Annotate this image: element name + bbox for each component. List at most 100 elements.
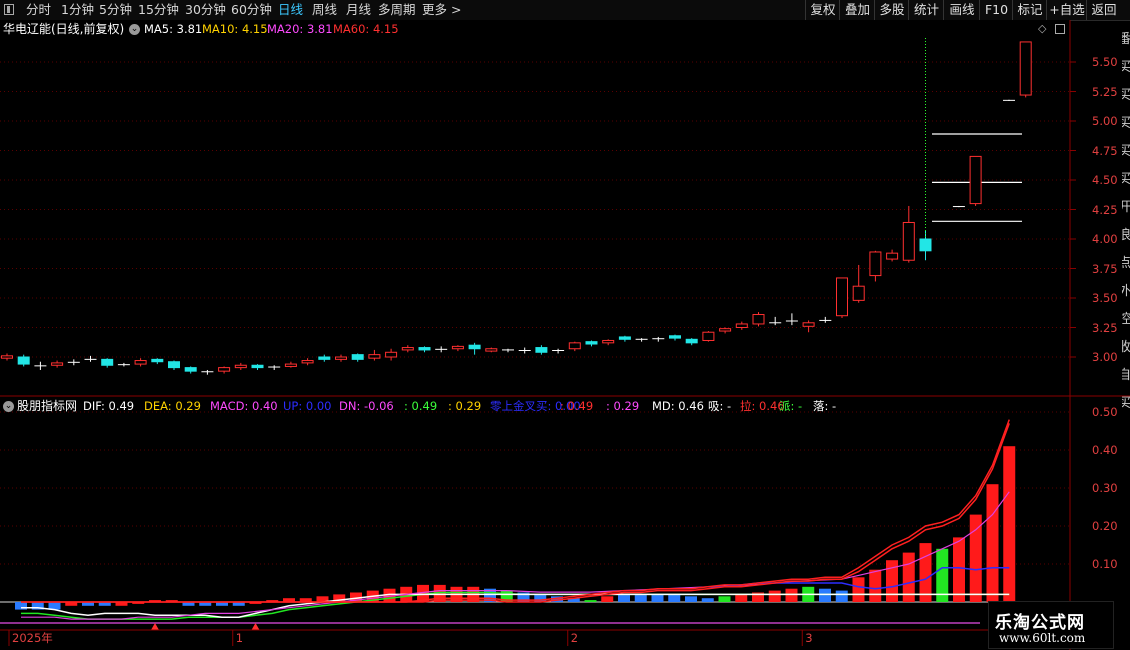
- window-toggle-icon[interactable]: [1055, 24, 1065, 34]
- toolbar-button-0[interactable]: 复权: [805, 0, 840, 20]
- timeframe-tab-8[interactable]: 月线: [346, 0, 371, 20]
- macd-bar: [668, 594, 681, 602]
- candle-body: [535, 347, 548, 353]
- macd-bar: [618, 594, 630, 602]
- toolbar-button-8[interactable]: 返回: [1086, 0, 1121, 20]
- macd-label-5: : 0.49: [404, 399, 438, 413]
- price-axis: 5.50 5.25 5.00 4.75 4.50 4.25 4.00 3.75 3.50 3.25…: [1070, 20, 1122, 396]
- macd-label-11: 吸: -: [708, 399, 732, 413]
- buy-marker-icon: [151, 623, 159, 630]
- timeframe-tab-5[interactable]: 60分钟: [231, 0, 272, 20]
- macd-axis: 0.50 0.40 0.30 0.20 0.10: [1070, 396, 1122, 630]
- price-axis-label: 4.25: [1092, 202, 1118, 217]
- candle-body: [602, 339, 615, 344]
- macd-axis-label: 0.50: [1092, 405, 1118, 419]
- toolbar-button-4[interactable]: 画线: [943, 0, 980, 20]
- macd-bar: [735, 594, 748, 602]
- candle-body: [318, 356, 331, 360]
- macd-bar: [651, 594, 664, 602]
- date-label: 2: [571, 631, 578, 645]
- macd-bar: [718, 596, 731, 602]
- ma-label-0: MA5: 3.81: [144, 22, 203, 36]
- price-axis-label: 4.00: [1092, 232, 1118, 246]
- candle-body: [335, 356, 347, 360]
- toolbar-button-1[interactable]: 叠加: [839, 0, 875, 20]
- watermark: 乐淘公式网 www.60lt.com: [988, 601, 1114, 649]
- settings-gear-icon[interactable]: ⌄: [129, 24, 140, 35]
- candle-body: [418, 347, 431, 351]
- price-axis-label: 5.25: [1092, 84, 1118, 99]
- candle-body: [618, 336, 631, 340]
- macd-markers: [151, 623, 260, 630]
- candle-body: [151, 358, 164, 363]
- price-axis-label: 4.50: [1092, 173, 1118, 187]
- right-strip-char: 控: [1122, 312, 1130, 327]
- toolbar-button-7[interactable]: +自选: [1046, 0, 1087, 20]
- macd-bar: [634, 594, 647, 602]
- timeframe-tab-2[interactable]: 5分钟: [99, 0, 132, 20]
- timeframe-tab-10[interactable]: 更多 >: [422, 0, 461, 20]
- candle-body: [735, 323, 748, 328]
- timeframe-tab-3[interactable]: 15分钟: [138, 0, 179, 20]
- candle-body: [468, 344, 481, 350]
- macd-label-10: MD: 0.46: [652, 399, 704, 413]
- date-label: 3: [805, 631, 812, 645]
- candle-body: [451, 345, 464, 350]
- timeframe-tab-9[interactable]: 多周期: [378, 0, 416, 20]
- candle-body: [902, 221, 915, 261]
- candle-body: [886, 252, 899, 260]
- candle-body: [351, 354, 364, 360]
- macd-axis-label: 0.20: [1092, 519, 1118, 533]
- toolbar-button-2[interactable]: 多股: [874, 0, 909, 20]
- candle-body: [669, 335, 681, 339]
- timeframe-tab-1[interactable]: 1分钟: [61, 0, 94, 20]
- timeframe-tab-6[interactable]: 日线: [278, 0, 303, 20]
- buy-marker-icon: [251, 623, 260, 630]
- panel-toggle-icon[interactable]: [4, 4, 14, 15]
- macd-bar: [584, 600, 597, 602]
- right-strip-char: 买: [1122, 116, 1130, 131]
- candle-body: [218, 367, 231, 372]
- macd-label-13: 派: -: [779, 399, 803, 413]
- macd-bar: [953, 537, 965, 602]
- candle-body: [568, 342, 581, 350]
- candle-body: [852, 285, 865, 301]
- candle-body: [401, 347, 414, 351]
- macd-bar: [835, 590, 848, 602]
- price-axis-label: 4.75: [1092, 143, 1118, 158]
- timeframe-tab-7[interactable]: 周线: [312, 0, 337, 20]
- diamond-icon[interactable]: ◇: [1038, 22, 1046, 35]
- right-strip-char: 点: [1122, 256, 1130, 271]
- price-axis-label: 3.00: [1092, 350, 1118, 364]
- macd-label-1: DEA: 0.29: [144, 399, 201, 413]
- stock-name[interactable]: 华电辽能(日线,前复权): [3, 22, 124, 36]
- macd-bar: [701, 598, 714, 602]
- macd-bar: [768, 590, 781, 602]
- right-side-strip: 番买买买买买开浪点外控收自买: [1122, 20, 1130, 650]
- toolbar: 分时 1分钟 5分钟 15分钟 30分钟 60分钟 日线 周线 月线 多周期 更多 > 复权 叠加 多股…: [0, 0, 1130, 21]
- toolbar-button-6[interactable]: 标记: [1012, 0, 1047, 20]
- macd-bar: [819, 588, 831, 602]
- right-strip-char: 买: [1122, 172, 1130, 187]
- candle-body: [284, 363, 297, 367]
- right-strip-char: 买: [1122, 60, 1130, 75]
- macd-bar: [15, 602, 27, 610]
- macd-bar: [969, 514, 982, 602]
- macd-axis-label: 0.10: [1092, 557, 1118, 571]
- macd-bar: [601, 596, 614, 602]
- timeframe-tab-4[interactable]: 30分钟: [185, 0, 226, 20]
- macd-label-0: DIF: 0.49: [83, 399, 135, 413]
- indicator-menu-icon[interactable]: ⌄: [3, 401, 14, 412]
- timeframe-tab-0[interactable]: 分时: [26, 0, 51, 20]
- candle-body: [51, 362, 64, 366]
- candle-body: [685, 338, 698, 344]
- right-strip-char: 外: [1122, 284, 1130, 299]
- candle-body: [1019, 41, 1032, 96]
- candle-body: [17, 356, 30, 365]
- toolbar-button-3[interactable]: 统计: [908, 0, 944, 20]
- right-strip-char: 自: [1122, 368, 1130, 383]
- indicator-name[interactable]: 股朋指标网: [17, 399, 77, 413]
- toolbar-button-5[interactable]: F10: [979, 0, 1013, 20]
- candle-body: [485, 348, 498, 352]
- price-axis-label: 3.25: [1092, 320, 1118, 335]
